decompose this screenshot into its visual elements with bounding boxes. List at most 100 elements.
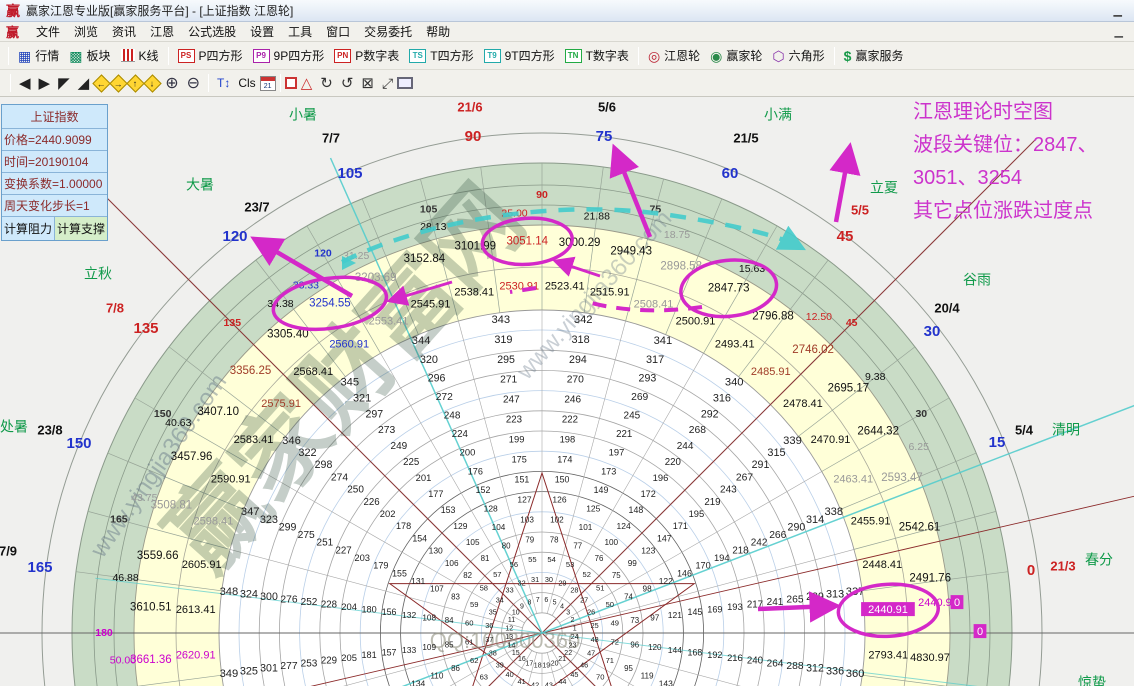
svg-text:107: 107	[430, 585, 444, 594]
menu-item-2[interactable]: 资讯	[105, 21, 143, 42]
svg-text:248: 248	[444, 411, 461, 422]
toolbar-button-赢家轮[interactable]: ◉赢家轮	[705, 45, 767, 66]
square-tool-icon[interactable]	[285, 77, 297, 89]
menu-item-3[interactable]: 江恩	[143, 21, 181, 42]
svg-text:250: 250	[347, 485, 364, 496]
svg-text:179: 179	[373, 561, 388, 571]
svg-text:165: 165	[27, 559, 52, 576]
svg-text:119: 119	[641, 672, 654, 681]
svg-text:312: 312	[806, 663, 824, 675]
select-box-icon[interactable]: ⊠	[357, 73, 378, 93]
sort-icon[interactable]: T↕	[213, 75, 234, 91]
rotate-ccw-icon[interactable]: ↺	[337, 73, 358, 93]
svg-text:2644.32: 2644.32	[857, 425, 899, 437]
panel-row-2: 变换系数=1.00000	[2, 173, 107, 195]
menu-item-7[interactable]: 窗口	[319, 21, 357, 42]
toolbar-button-P数字表[interactable]: PNP数字表	[329, 45, 404, 66]
cursor-upleft-icon[interactable]: ◤	[54, 73, 74, 93]
triangle-tool-icon[interactable]: △	[297, 73, 317, 93]
toolbar-button-P四方形[interactable]: PSP四方形	[173, 45, 248, 66]
svg-text:123: 123	[641, 546, 655, 556]
calc-support-button[interactable]: 计算支撑	[55, 217, 107, 240]
svg-text:立秋: 立秋	[84, 266, 112, 282]
toolbar-button-板块[interactable]: ▩板块	[64, 45, 115, 66]
svg-text:122: 122	[659, 576, 673, 586]
nav-forward-icon[interactable]: ▶	[35, 73, 55, 93]
svg-text:301: 301	[260, 663, 278, 675]
toolbar-button-T四方形[interactable]: TST四方形	[404, 45, 478, 66]
toolbar-label: 行情	[35, 47, 59, 64]
diamond-arrow-down-icon[interactable]: ↓	[143, 74, 161, 92]
svg-text:345: 345	[340, 376, 359, 388]
toolbar-button-赢家服务[interactable]: $赢家服务	[839, 45, 909, 66]
svg-text:33: 33	[506, 586, 514, 595]
svg-text:243: 243	[720, 485, 737, 496]
cls-button[interactable]: Cls	[234, 75, 259, 91]
svg-text:21/6: 21/6	[457, 99, 482, 114]
svg-text:54: 54	[547, 555, 555, 564]
svg-text:27: 27	[580, 596, 588, 605]
zoom-in-icon[interactable]: ⊕	[161, 72, 182, 94]
svg-text:2590.91: 2590.91	[211, 473, 251, 485]
svg-text:26: 26	[587, 608, 595, 617]
svg-text:3356.25: 3356.25	[230, 365, 272, 377]
svg-text:145: 145	[688, 607, 703, 617]
rotate-cw-icon[interactable]: ↻	[316, 73, 337, 93]
svg-text:151: 151	[515, 474, 530, 484]
svg-text:58: 58	[480, 583, 488, 592]
toolbar-button-行情[interactable]: ▦行情	[13, 45, 64, 66]
toolbar-button-9P四方形[interactable]: P99P四方形	[248, 45, 330, 66]
menu-item-9[interactable]: 帮助	[419, 21, 457, 42]
svg-text:9: 9	[520, 604, 524, 611]
svg-text:59: 59	[470, 600, 478, 609]
menu-item-8[interactable]: 交易委托	[357, 21, 419, 42]
svg-text:75: 75	[612, 571, 621, 580]
svg-text:0: 0	[1027, 562, 1035, 579]
calendar-icon[interactable]: 21	[260, 76, 276, 91]
nav-back-icon[interactable]: ◀	[15, 73, 35, 93]
svg-text:小满: 小满	[764, 107, 792, 123]
svg-text:43: 43	[545, 681, 553, 686]
menu-item-4[interactable]: 公式选股	[181, 21, 243, 42]
svg-text:150: 150	[555, 474, 570, 484]
cursor-downright-icon[interactable]: ◢	[74, 73, 94, 93]
menu-item-6[interactable]: 工具	[281, 21, 319, 42]
svg-text:156: 156	[382, 607, 397, 617]
menu-item-1[interactable]: 浏览	[67, 21, 105, 42]
svg-text:春分: 春分	[1085, 552, 1113, 568]
svg-text:173: 173	[601, 466, 616, 476]
toolbar-button-K线[interactable]: K线	[116, 45, 164, 66]
svg-text:73: 73	[630, 616, 639, 625]
svg-text:13: 13	[505, 634, 513, 641]
toolbar-label: P四方形	[199, 47, 243, 64]
svg-text:318: 318	[572, 334, 590, 346]
minimize-button[interactable]: ▁	[1108, 4, 1128, 17]
svg-text:44: 44	[558, 677, 566, 686]
toolbar-separator	[168, 47, 169, 65]
svg-text:38: 38	[489, 648, 497, 657]
svg-text:181: 181	[362, 650, 377, 660]
menu-item-5[interactable]: 设置	[243, 21, 281, 42]
toolbar-button-江恩轮[interactable]: ◎江恩轮	[643, 45, 705, 66]
svg-text:342: 342	[574, 314, 593, 326]
svg-text:2: 2	[571, 617, 575, 624]
svg-text:2500.91: 2500.91	[676, 316, 716, 328]
svg-text:60: 60	[465, 618, 473, 627]
svg-text:180: 180	[95, 627, 113, 639]
menu-item-0[interactable]: 文件	[29, 21, 67, 42]
svg-text:242: 242	[751, 538, 768, 549]
toolbar-button-T数字表[interactable]: TNT数字表	[560, 45, 634, 66]
svg-text:105: 105	[337, 165, 362, 182]
screen-icon[interactable]	[397, 77, 413, 89]
svg-text:340: 340	[725, 376, 744, 388]
shrink-icon[interactable]: ⤢	[378, 74, 397, 93]
svg-text:205: 205	[341, 652, 357, 663]
calc-resistance-button[interactable]: 计算阻力	[2, 217, 55, 240]
zoom-out-icon[interactable]: ⊖	[183, 72, 204, 94]
svg-text:28: 28	[570, 586, 578, 595]
toolbar-button-9T四方形[interactable]: T99T四方形	[479, 45, 560, 66]
toolbar-button-六角形[interactable]: ⬡六角形	[767, 45, 829, 66]
mdi-minimize-button[interactable]: ▁	[1110, 25, 1128, 38]
svg-text:2455.91: 2455.91	[851, 515, 891, 527]
svg-text:52: 52	[582, 570, 590, 579]
